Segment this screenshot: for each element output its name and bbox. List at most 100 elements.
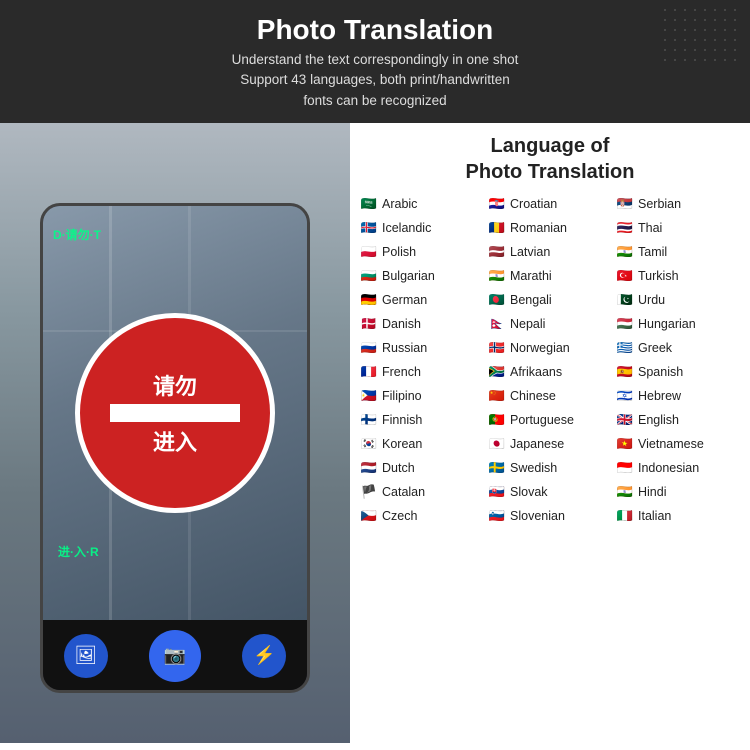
language-name: Filipino <box>382 389 422 403</box>
flag-icon: 🇮🇳 <box>488 267 506 285</box>
device-controls: 🖼 📷 ⚡ <box>43 620 307 690</box>
flag-icon: 🇧🇩 <box>488 291 506 309</box>
language-name: Norwegian <box>510 341 570 355</box>
language-name: German <box>382 293 427 307</box>
language-name: Marathi <box>510 269 552 283</box>
language-name: Serbian <box>638 197 681 211</box>
language-name: Afrikaans <box>510 365 562 379</box>
list-item: 🇪🇸 Spanish <box>614 361 742 383</box>
flag-icon: 🇱🇻 <box>488 243 506 261</box>
flag-icon: 🇮🇸 <box>360 219 378 237</box>
language-side: Language of Photo Translation 🇸🇦Arabic🇮🇸… <box>350 123 750 743</box>
flag-icon: 🇮🇩 <box>616 459 634 477</box>
flag-icon: 🇹🇷 <box>616 267 634 285</box>
language-name: English <box>638 413 679 427</box>
translation-overlay-left: D·请勿·T <box>53 226 101 243</box>
chinese-bottom-text: 进入 <box>153 425 197 457</box>
photo-side: 请勿 进入 D·请勿·T 进·入·R 🖼 📷 <box>0 123 350 743</box>
list-item: 🇫🇮 Finnish <box>358 409 486 431</box>
header-subtitle: Understand the text correspondingly in o… <box>20 50 730 111</box>
list-item: 🇸🇰Slovak <box>486 481 614 503</box>
list-item: 🇧🇩 Bengali <box>486 289 614 311</box>
list-item: 🇷🇴Romanian <box>486 217 614 239</box>
main-content: 请勿 进入 D·请勿·T 进·入·R 🖼 📷 <box>0 123 750 743</box>
flag-icon: 🇯🇵 <box>488 435 506 453</box>
translation-overlay-bottom: 进·入·R <box>58 543 99 560</box>
flag-icon: 🏴 <box>360 483 378 501</box>
list-item: 🇭🇷Croatian <box>486 193 614 215</box>
language-name: Hungarian <box>638 317 696 331</box>
flag-icon: 🇭🇷 <box>488 195 506 213</box>
language-name: Catalan <box>382 485 425 499</box>
language-name: Icelandic <box>382 221 431 235</box>
language-name: Bengali <box>510 293 552 307</box>
language-name: Czech <box>382 509 417 523</box>
language-name: Spanish <box>638 365 683 379</box>
language-name: Turkish <box>638 269 679 283</box>
language-name: Finnish <box>382 413 422 427</box>
language-name: Hebrew <box>638 389 681 403</box>
flag-icon: 🇩🇪 <box>360 291 378 309</box>
language-name: Arabic <box>382 197 417 211</box>
list-item: 🇨🇳 Chinese <box>486 385 614 407</box>
flag-icon: 🇨🇳 <box>488 387 506 405</box>
language-name: Swedish <box>510 461 557 475</box>
list-item: 🇰🇷Korean <box>358 433 486 455</box>
flag-icon: 🇻🇳 <box>616 435 634 453</box>
page-title: Photo Translation <box>20 14 730 46</box>
flag-icon: 🇨🇿 <box>360 507 378 525</box>
language-name: Hindi <box>638 485 667 499</box>
list-item: 🇵🇱Polish <box>358 241 486 263</box>
language-name: Portuguese <box>510 413 574 427</box>
list-item: 🇸🇪 Swedish <box>486 457 614 479</box>
list-item: 🇳🇵Nepali <box>486 313 614 335</box>
list-item: 🇮🇳Hindi <box>614 481 742 503</box>
list-item: 🇫🇷 French <box>358 361 486 383</box>
language-name: Tamil <box>638 245 667 259</box>
gallery-button[interactable]: 🖼 <box>64 634 108 678</box>
flag-icon: 🇵🇰 <box>616 291 634 309</box>
device-sign-chinese: 请勿 进入 <box>75 313 275 513</box>
flag-icon: 🇷🇴 <box>488 219 506 237</box>
flag-icon: 🇿🇦 <box>488 363 506 381</box>
list-item: 🇩🇰Danish <box>358 313 486 335</box>
flag-icon: 🇸🇪 <box>488 459 506 477</box>
flag-icon: 🇳🇵 <box>488 315 506 333</box>
flag-icon: 🇸🇮 <box>488 507 506 525</box>
flag-icon: 🇫🇷 <box>360 363 378 381</box>
list-item: 🇮🇩Indonesian <box>614 457 742 479</box>
list-item: 🇮🇳 Tamil <box>614 241 742 263</box>
language-name: Latvian <box>510 245 550 259</box>
flag-icon: 🇪🇸 <box>616 363 634 381</box>
flag-icon: 🇫🇮 <box>360 411 378 429</box>
flag-icon: 🇵🇱 <box>360 243 378 261</box>
flag-icon: 🇳🇱 <box>360 459 378 477</box>
flag-icon: 🇮🇱 <box>616 387 634 405</box>
flag-icon: 🇳🇴 <box>488 339 506 357</box>
language-name: Vietnamese <box>638 437 704 451</box>
list-item: 🇩🇪 German <box>358 289 486 311</box>
language-name: French <box>382 365 421 379</box>
language-name: Bulgarian <box>382 269 435 283</box>
flag-icon: 🇩🇰 <box>360 315 378 333</box>
flag-icon: 🇮🇹 <box>616 507 634 525</box>
language-name: Chinese <box>510 389 556 403</box>
camera-button[interactable]: 📷 <box>149 630 201 682</box>
flag-icon: 🇮🇳 <box>616 243 634 261</box>
list-item: 🇿🇦 Afrikaans <box>486 361 614 383</box>
flag-icon: 🇬🇷 <box>616 339 634 357</box>
flag-icon: 🇷🇸 <box>616 195 634 213</box>
list-item: 🇬🇷Greek <box>614 337 742 359</box>
flash-button[interactable]: ⚡ <box>242 634 286 678</box>
flag-icon: 🇹🇭 <box>616 219 634 237</box>
language-name: Japanese <box>510 437 564 451</box>
list-item: 🇹🇭Thai <box>614 217 742 239</box>
list-item: 🇻🇳 Vietnamese <box>614 433 742 455</box>
chinese-top-text: 请勿 <box>153 369 197 401</box>
language-name: Italian <box>638 509 671 523</box>
list-item: 🇬🇧English <box>614 409 742 431</box>
language-columns: 🇸🇦Arabic 🇮🇸 Icelandic 🇵🇱Polish 🇧🇬 Bulgarian 🇩🇪… <box>358 193 742 527</box>
flag-icon: 🇧🇬 <box>360 267 378 285</box>
list-item: 🇮🇸 Icelandic <box>358 217 486 239</box>
list-item: 🇸🇦Arabic <box>358 193 486 215</box>
